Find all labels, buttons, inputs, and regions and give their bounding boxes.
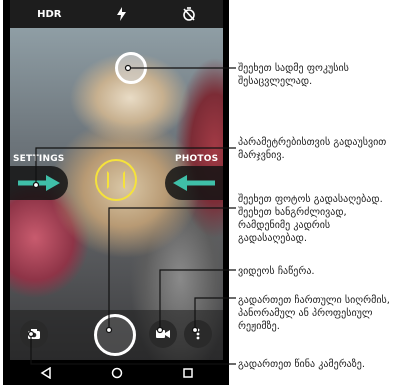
annotation-front-camera: გადართეთ წინა კამერაზე. (238, 359, 365, 370)
annotation-modes: გადართეთ ჩართული სიღრმის, პანორამულ ან პ… (238, 295, 390, 332)
annotation-shutter: შეეხეთ ფოტოს გადასაღებად. შეეხეთ ხანგრძლ… (238, 194, 383, 244)
annotation-settings: პარამეტრებისთვის გადაუსვით მარჯვნივ. (238, 137, 387, 161)
annotation-focus: შეეხეთ სადმე ფოკუსის შესაცვლელად. (238, 63, 349, 87)
annotation-video: ვიდეოს ჩაწერა. (238, 266, 315, 277)
